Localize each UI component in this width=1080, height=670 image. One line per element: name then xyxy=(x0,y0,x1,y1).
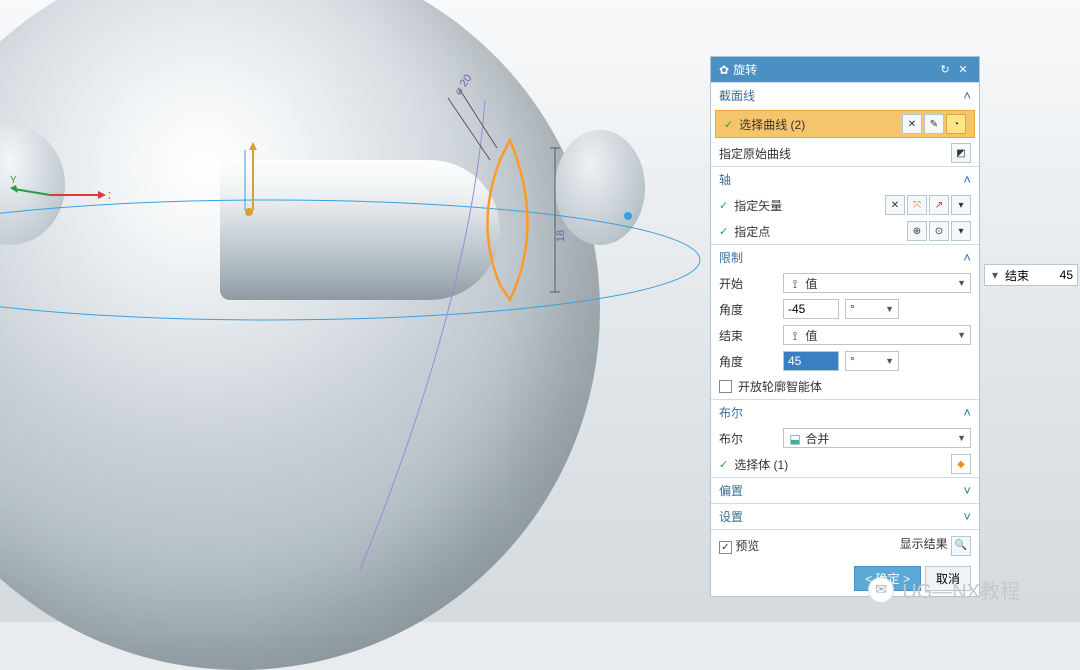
angle-label: 角度 xyxy=(719,301,777,318)
section-offset-header[interactable]: 偏置 ˅ xyxy=(711,477,979,503)
chevron-up-icon: ˄ xyxy=(963,405,971,420)
point-dropdown-icon[interactable]: ▾ xyxy=(951,221,971,241)
sketch-icon[interactable]: ✎ xyxy=(924,114,944,134)
select-body-label: 选择体 (1) xyxy=(734,456,945,473)
end-unit-select[interactable]: °▼ xyxy=(845,351,899,371)
end-mode-row: 结束 ⟟ 值 ▼ xyxy=(711,322,979,348)
offset-label: 偏置 xyxy=(719,482,743,499)
float-end-value: 45 xyxy=(1033,268,1073,282)
gear-icon: ✿ xyxy=(719,63,729,77)
open-profile-label: 开放轮廓智能体 xyxy=(738,378,822,395)
csys-triad[interactable]: X Y xyxy=(10,175,110,215)
select-curve-label: 选择曲线 (2) xyxy=(739,116,896,133)
selection-intent-icon[interactable]: ◔ xyxy=(946,114,966,134)
check-icon: ✓ xyxy=(724,118,733,131)
specify-point-row[interactable]: ✓ 指定点 ⊕ ⊙ ▾ xyxy=(711,218,979,244)
chevron-down-icon: ▼ xyxy=(957,330,966,340)
floating-end-input[interactable]: ▾ 结束 45 xyxy=(984,264,1078,286)
chevron-down-icon: ˅ xyxy=(963,483,971,498)
boolean-mode-row: 布尔 ⬓ 合并 ▼ xyxy=(711,425,979,451)
preview-checkbox[interactable]: ✓ xyxy=(719,541,732,554)
watermark-text: UG—NX教程 xyxy=(902,575,1020,604)
specify-point-label: 指定点 xyxy=(734,223,901,240)
close-icon[interactable]: ✕ xyxy=(955,62,971,78)
chevron-down-icon: ▼ xyxy=(957,278,966,288)
unite-icon: ⬓ xyxy=(788,432,802,446)
select-body-row[interactable]: ✓ 选择体 (1) ◆ xyxy=(711,451,979,477)
value-icon: ⟟ xyxy=(788,329,802,343)
dialog-titlebar[interactable]: ✿ 旋转 ↻ ✕ xyxy=(711,57,979,82)
orig-curve-row[interactable]: 指定原始曲线 ◩ xyxy=(711,140,979,166)
wechat-icon: ✉ xyxy=(868,577,894,603)
chevron-up-icon: ˄ xyxy=(963,88,971,103)
check-icon: ✓ xyxy=(719,199,728,212)
orig-curve-label: 指定原始曲线 xyxy=(719,145,945,162)
start-mode-select[interactable]: ⟟ 值 ▼ xyxy=(783,273,971,293)
boolean-label: 布尔 xyxy=(719,430,777,447)
check-icon: ✓ xyxy=(719,458,728,471)
end-angle-row: 角度 °▼ xyxy=(711,348,979,374)
open-profile-row[interactable]: 开放轮廓智能体 xyxy=(711,374,979,399)
settings-label: 设置 xyxy=(719,508,743,525)
model-boss-right xyxy=(555,130,645,245)
preview-label: 预览 xyxy=(735,539,759,553)
dialog-title: 旋转 xyxy=(733,61,757,78)
svg-text:X: X xyxy=(108,191,110,202)
end-label: 结束 xyxy=(719,327,777,344)
model-sphere xyxy=(0,0,600,670)
start-unit-select[interactable]: °▼ xyxy=(845,299,899,319)
boolean-mode-select[interactable]: ⬓ 合并 ▼ xyxy=(783,428,971,448)
section-settings-header[interactable]: 设置 ˅ xyxy=(711,503,979,529)
vector-triad-icon[interactable]: ⤧ xyxy=(907,195,927,215)
chevron-up-icon: ˄ xyxy=(963,250,971,265)
end-angle-input[interactable] xyxy=(783,351,839,371)
show-result-icon[interactable]: 🔍 xyxy=(951,536,971,556)
section-curve-label: 截面线 xyxy=(719,87,755,104)
svg-text:Y: Y xyxy=(10,175,17,186)
section-axis-header[interactable]: 轴 ˄ xyxy=(711,166,979,192)
section-limits-header[interactable]: 限制 ˄ xyxy=(711,244,979,270)
dim-length: 18 xyxy=(555,230,567,242)
start-angle-input[interactable] xyxy=(783,299,839,319)
end-mode-select[interactable]: ⟟ 值 ▼ xyxy=(783,325,971,345)
vector-dropdown-icon[interactable]: ▾ xyxy=(951,195,971,215)
chevron-down-icon: ▼ xyxy=(957,433,966,443)
section-boolean-header[interactable]: 布尔 ˄ xyxy=(711,399,979,425)
limits-label: 限制 xyxy=(719,249,743,266)
vector-inferred-icon[interactable]: ↗ xyxy=(929,195,949,215)
vector-clear-icon[interactable]: ✕ xyxy=(885,195,905,215)
clear-icon[interactable]: ✕ xyxy=(902,114,922,134)
curve-picker-icon[interactable]: ◩ xyxy=(951,143,971,163)
show-result-label: 显示结果 xyxy=(900,537,948,551)
open-profile-checkbox[interactable] xyxy=(719,380,732,393)
specify-vector-row[interactable]: ✓ 指定矢量 ✕ ⤧ ↗ ▾ xyxy=(711,192,979,218)
body-icon[interactable]: ◆ xyxy=(951,454,971,474)
float-end-label: 结束 xyxy=(1005,267,1029,284)
chevron-down-icon: ˅ xyxy=(963,509,971,524)
start-angle-row: 角度 °▼ xyxy=(711,296,979,322)
chevron-up-icon: ˄ xyxy=(963,172,971,187)
revolve-dialog: ✿ 旋转 ↻ ✕ 截面线 ˄ ✓ 选择曲线 (2) ✕ ✎ ◔ 指定原始曲线 ◩… xyxy=(710,56,980,597)
specify-vector-label: 指定矢量 xyxy=(734,197,879,214)
point-constructor-icon[interactable]: ⊙ xyxy=(929,221,949,241)
boolean-sec-label: 布尔 xyxy=(719,404,743,421)
select-curve-row[interactable]: ✓ 选择曲线 (2) ✕ ✎ ◔ xyxy=(715,110,975,138)
point-dialog-icon[interactable]: ⊕ xyxy=(907,221,927,241)
chevron-down-icon[interactable]: ▾ xyxy=(989,268,1001,282)
value-icon: ⟟ xyxy=(788,277,802,291)
model-cylinder xyxy=(220,160,500,300)
section-curve-header[interactable]: 截面线 ˄ xyxy=(711,82,979,108)
check-icon: ✓ xyxy=(719,225,728,238)
angle-label: 角度 xyxy=(719,353,777,370)
watermark: ✉ UG—NX教程 xyxy=(868,575,1020,604)
start-label: 开始 xyxy=(719,275,777,292)
start-mode-row: 开始 ⟟ 值 ▼ xyxy=(711,270,979,296)
axis-label: 轴 xyxy=(719,171,731,188)
refresh-icon[interactable]: ↻ xyxy=(937,62,953,78)
